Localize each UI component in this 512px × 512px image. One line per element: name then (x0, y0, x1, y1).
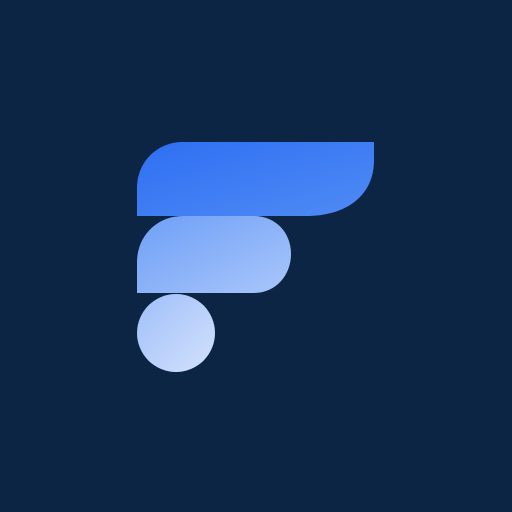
logo-bottom-circle (137, 294, 215, 372)
f-letter-logo-icon (0, 0, 512, 512)
logo-middle-bar (137, 216, 291, 293)
app-icon-canvas (0, 0, 512, 512)
logo-top-bar (137, 142, 374, 216)
